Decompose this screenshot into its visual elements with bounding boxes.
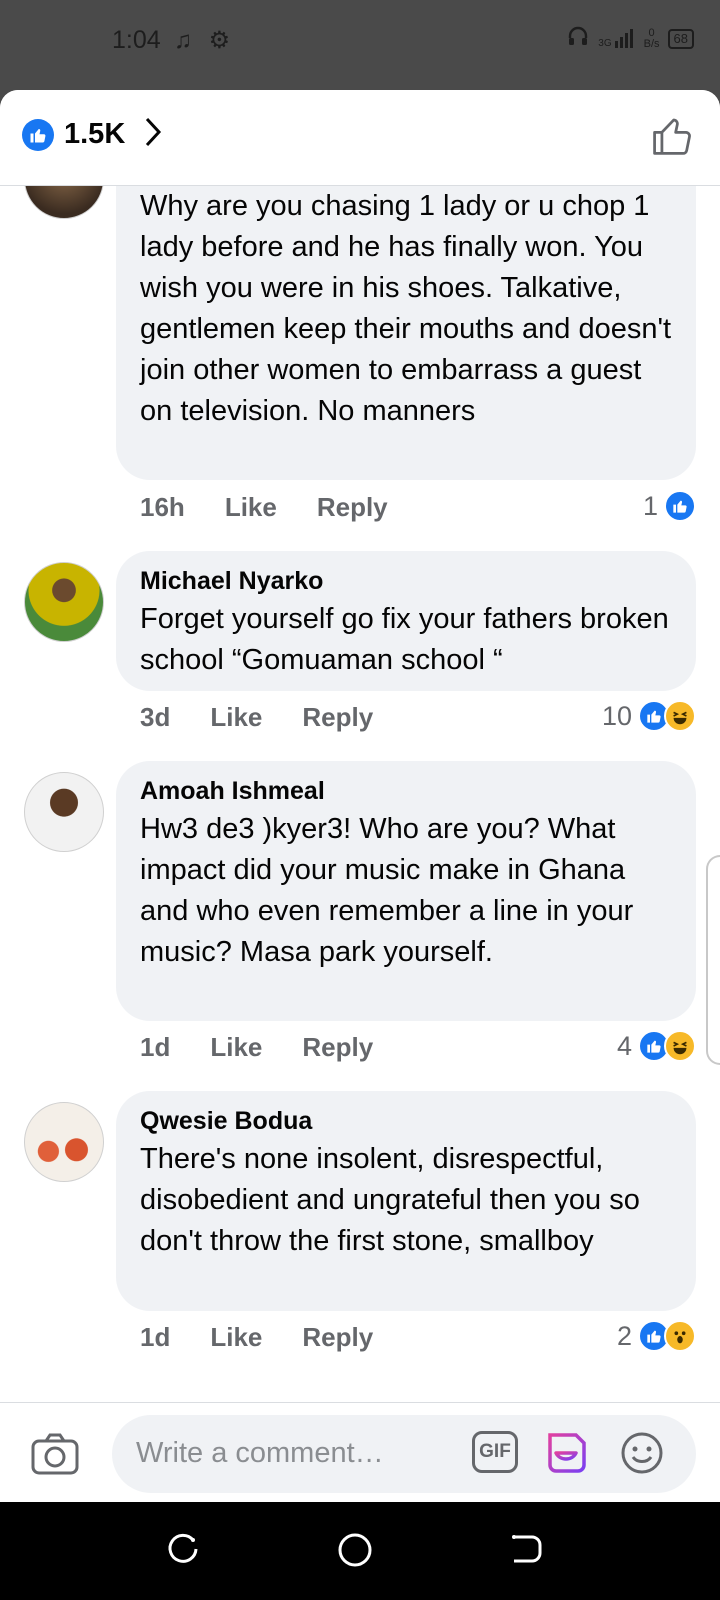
comment-reactions[interactable]: 2 — [617, 1320, 696, 1352]
settings-gear-icon: ⚙ — [208, 27, 231, 54]
status-left-icons: ♫ ⚙ — [174, 26, 230, 55]
reaction-count: 1.5K — [64, 118, 126, 150]
sticker-button[interactable] — [542, 1429, 590, 1482]
avatar[interactable] — [24, 772, 104, 852]
comment-reactions[interactable]: 10 — [602, 700, 696, 732]
reply-comment-button[interactable]: Reply — [302, 1032, 373, 1063]
smiley-icon — [621, 1432, 663, 1474]
avatar[interactable] — [24, 562, 104, 642]
reply-comment-button[interactable]: Reply — [302, 702, 373, 733]
comment-text: There's none insolent, disrespectful, di… — [140, 1143, 648, 1257]
reply-comment-button[interactable]: Reply — [302, 1322, 373, 1353]
reaction-summary[interactable]: 1.5K — [22, 116, 163, 153]
comment-input-container[interactable]: GIF — [112, 1415, 696, 1493]
comment-reactions[interactable]: 1 — [643, 490, 696, 522]
haha-reaction-icon — [664, 1030, 696, 1062]
comment-text: Why are you chasing 1 lady or u chop 1 l… — [140, 190, 680, 427]
music-note-icon: ♫ — [174, 27, 192, 54]
recents-icon — [168, 1533, 198, 1563]
comment-author[interactable]: Qwesie Bodua — [140, 1103, 672, 1139]
net-speed: 0 B/s — [643, 26, 660, 50]
comments-sheet: 1.5K Why are you chasing 1 lady or u cho… — [0, 90, 720, 1502]
sticker-icon — [548, 1433, 586, 1473]
like-comment-button[interactable]: Like — [210, 1322, 262, 1353]
battery-icon: 68 — [667, 28, 694, 49]
headphones-icon — [566, 24, 590, 53]
reaction-count: 4 — [616, 1030, 632, 1061]
side-scroll-handle[interactable] — [706, 855, 720, 1065]
wow-reaction-icon — [664, 1320, 696, 1352]
comment-actions: 1d Like Reply — [140, 1032, 413, 1063]
comment-author[interactable]: Amoah Ishmeal — [140, 773, 672, 809]
comment-time[interactable]: 3d — [140, 702, 170, 733]
comment-text: Forget yourself go fix your fathers brok… — [140, 603, 677, 676]
gif-button[interactable]: GIF — [472, 1431, 518, 1473]
comment-reactions[interactable]: 4 — [617, 1030, 696, 1062]
comment-time[interactable]: 16h — [140, 492, 185, 523]
camera-button[interactable] — [30, 1431, 80, 1482]
comment-time[interactable]: 1d — [140, 1032, 170, 1063]
like-reaction-icon — [664, 490, 696, 522]
reply-comment-button[interactable]: Reply — [317, 492, 388, 523]
comment-bubble[interactable]: Why are you chasing 1 lady or u chop 1 l… — [116, 180, 696, 480]
comment-bubble[interactable]: Qwesie Bodua There's none insolent, disr… — [116, 1091, 696, 1311]
status-time: 1:04 — [112, 26, 161, 54]
like-post-button[interactable] — [650, 114, 694, 163]
comment-text: Hw3 de3 )kyer3! Who are you? What impact… — [140, 813, 642, 968]
recents-button[interactable] — [166, 1532, 200, 1571]
comment-input[interactable] — [136, 1433, 456, 1473]
network-type-label: 3G — [598, 37, 612, 49]
comment-actions: 3d Like Reply — [140, 702, 413, 733]
comment-composer: GIF — [0, 1402, 720, 1502]
haha-reaction-icon — [664, 700, 696, 732]
like-comment-button[interactable]: Like — [225, 492, 277, 523]
comment-bubble[interactable]: Michael Nyarko Forget yourself go fix yo… — [116, 551, 696, 691]
comment-author[interactable]: Michael Nyarko — [140, 563, 672, 599]
signal-strength-icon: 3G — [598, 28, 635, 49]
emoji-button[interactable] — [620, 1431, 664, 1480]
chevron-right-icon — [143, 116, 163, 153]
comment-actions: 1d Like Reply — [140, 1322, 413, 1353]
back-button[interactable] — [508, 1532, 544, 1571]
reaction-count: 10 — [601, 700, 632, 731]
like-comment-button[interactable]: Like — [210, 1032, 262, 1063]
comment-time[interactable]: 1d — [140, 1322, 170, 1353]
comment-bubble[interactable]: Amoah Ishmeal Hw3 de3 )kyer3! Who are yo… — [116, 761, 696, 1021]
status-bar: 1:04 ♫ ⚙ 3G 0 B/s 68 — [0, 0, 720, 90]
status-right-icons: 3G 0 B/s 68 — [566, 24, 694, 53]
avatar[interactable] — [24, 1102, 104, 1182]
camera-icon — [31, 1433, 79, 1475]
like-reaction-icon — [22, 118, 54, 151]
reaction-count: 2 — [616, 1320, 632, 1351]
back-icon — [512, 1535, 542, 1563]
system-navigation-bar — [0, 1502, 720, 1600]
like-comment-button[interactable]: Like — [210, 702, 262, 733]
home-circle-icon — [338, 1533, 372, 1567]
comment-actions: 16h Like Reply — [140, 492, 428, 523]
reaction-count: 1 — [642, 490, 658, 521]
home-button[interactable] — [337, 1532, 373, 1573]
sheet-header: 1.5K — [0, 90, 720, 186]
